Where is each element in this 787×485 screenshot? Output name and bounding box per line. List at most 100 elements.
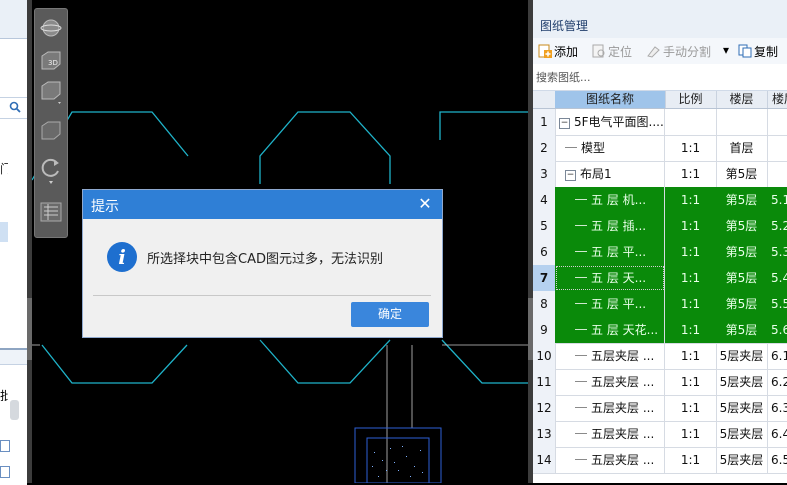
column-header-floor-2[interactable]: 楼层	[767, 91, 787, 108]
row-number-text: 8	[540, 297, 548, 311]
row-number-text: 14	[536, 453, 552, 467]
scale-text: 1:1	[680, 167, 701, 181]
drawing-name-cell[interactable]: 五层夹层 ...	[555, 447, 665, 473]
floor-code-cell: 5.6	[767, 317, 787, 343]
close-icon[interactable]: ✕	[416, 195, 434, 213]
row-number-text: 4	[540, 193, 548, 207]
drawing-name-cell[interactable]: 五层夹层 ...	[555, 421, 665, 447]
cube-view-icon[interactable]	[39, 79, 63, 104]
left-lower-scrollbar[interactable]	[10, 400, 19, 420]
add-button[interactable]: 添加	[538, 43, 578, 59]
floor-text: 第5层	[725, 271, 758, 285]
table-row[interactable]: 12 五层夹层 ... 1:1 5层夹层 6.3	[533, 395, 787, 422]
row-number: 14	[533, 447, 556, 473]
rotate-icon[interactable]	[39, 155, 63, 184]
scale-text: 1:1	[680, 427, 701, 441]
copy-icon	[738, 44, 752, 58]
split-dropdown-arrow[interactable]: ▾	[723, 43, 729, 59]
floor-code-cell: 6.3	[767, 395, 787, 421]
floor-cell: 第5层	[716, 161, 768, 187]
drawing-name-cell[interactable]: 五层夹层 ...	[555, 369, 665, 395]
floor-text: 5层夹层	[719, 375, 764, 389]
search-input[interactable]	[534, 67, 778, 87]
table-row[interactable]: 9 五 层 天花... 1:1 第5层 5.6	[533, 317, 787, 344]
drawing-name-cell[interactable]: − 布局1	[555, 161, 665, 187]
drawing-search	[533, 64, 787, 91]
collapse-icon[interactable]: −	[559, 118, 570, 129]
row-number: 4	[533, 187, 556, 213]
column-header-floor[interactable]: 楼层	[716, 91, 768, 108]
3d-view-icon[interactable]: 3D	[39, 49, 63, 71]
row-number: 3	[533, 161, 556, 187]
dialog-title-bar[interactable]: 提示 ✕	[83, 190, 442, 219]
left-lower-header	[0, 350, 27, 365]
table-row[interactable]: 14 五层夹层 ... 1:1 5层夹层 6.5	[533, 447, 787, 474]
scale-text: 1:1	[680, 453, 701, 467]
floor-cell: 5层夹层	[716, 369, 768, 395]
table-row[interactable]: 2 模型 1:1 首层	[533, 135, 787, 162]
row-number-text: 2	[540, 141, 548, 155]
drawing-name-text: 模型	[581, 141, 606, 155]
scale-text: 1:1	[680, 323, 701, 337]
svg-text:3D: 3D	[48, 59, 58, 67]
ok-button[interactable]: 确定	[351, 302, 429, 327]
header-corner	[533, 91, 556, 108]
row-number: 13	[533, 421, 556, 447]
drawing-name-cell[interactable]: 五层夹层 ...	[555, 343, 665, 369]
row-number-text: 5	[540, 219, 548, 233]
orbit-icon[interactable]	[39, 17, 63, 39]
drawing-name-text: 五 层 插...	[591, 219, 647, 233]
floor-text: 首层	[729, 141, 754, 155]
table-row[interactable]: 13 五层夹层 ... 1:1 5层夹层 6.4	[533, 421, 787, 448]
drawing-name-cell[interactable]: 五 层 平...	[555, 239, 665, 265]
table-row[interactable]: 1−5F电气平面图....	[533, 109, 787, 136]
floor-code-text: 6.5	[771, 453, 787, 467]
row-number: 6	[533, 239, 556, 265]
table-row[interactable]: 4 五 层 机... 1:1 第5层 5.1	[533, 187, 787, 214]
table-row[interactable]: 6 五 层 平... 1:1 第5层 5.3	[533, 239, 787, 266]
checkbox[interactable]	[0, 466, 10, 478]
drawing-name-cell[interactable]: −5F电气平面图....	[555, 109, 665, 135]
split-label: 手动分割	[663, 45, 712, 59]
drawing-name-cell[interactable]: 五 层 平...	[555, 291, 665, 317]
column-header-name[interactable]: 图纸名称	[555, 91, 666, 108]
row-number-text: 13	[536, 427, 552, 441]
table-row[interactable]: 10 五层夹层 ... 1:1 5层夹层 6.1	[533, 343, 787, 370]
dialog-divider	[93, 295, 431, 296]
copy-button[interactable]: 复制	[738, 43, 778, 59]
drawing-name-cell[interactable]: 五 层 机...	[555, 187, 665, 213]
drawing-name-cell[interactable]: 五 层 天...	[555, 265, 665, 291]
row-number: 2	[533, 135, 556, 161]
drawing-name-text: 五层夹层 ...	[591, 375, 655, 389]
left-search-bar[interactable]	[0, 97, 27, 119]
column-header-scale[interactable]: 比例	[665, 91, 717, 108]
row-number-text: 7	[539, 271, 549, 285]
drawing-name-cell[interactable]: 五层夹层 ...	[555, 395, 665, 421]
left-selected-item[interactable]	[0, 222, 8, 242]
table-row[interactable]: 11 五层夹层 ... 1:1 5层夹层 6.2	[533, 369, 787, 396]
floor-code-cell	[767, 135, 787, 161]
panel-toolbar: 添加 定位 手动分割 ▾ 复制	[533, 38, 787, 65]
search-icon[interactable]	[9, 101, 21, 116]
layer-list-icon[interactable]	[39, 201, 63, 223]
manual-split-button[interactable]: 手动分割	[647, 43, 711, 59]
table-row[interactable]: 5 五 层 插... 1:1 第5层 5.2	[533, 213, 787, 240]
box-view-icon[interactable]	[39, 119, 63, 141]
floor-code-cell	[767, 161, 787, 187]
table-row[interactable]: 8 五 层 平... 1:1 第5层 5.5	[533, 291, 787, 318]
table-row[interactable]: 7 五 层 天... 1:1 第5层 5.4	[533, 265, 787, 292]
locate-button[interactable]: 定位	[592, 43, 632, 59]
checkbox[interactable]	[0, 440, 10, 452]
floor-cell: 5层夹层	[716, 447, 768, 473]
floor-text: 第5层	[725, 297, 758, 311]
scale-text: 1:1	[680, 375, 701, 389]
drawing-name-cell[interactable]: 模型	[555, 135, 665, 161]
tree-connector	[575, 303, 587, 304]
collapse-icon[interactable]: −	[565, 170, 576, 181]
drawing-name-cell[interactable]: 五 层 插...	[555, 213, 665, 239]
row-number: 9	[533, 317, 556, 343]
drawing-name-cell[interactable]: 五 层 天花...	[555, 317, 665, 343]
table-row[interactable]: 3 − 布局1 1:1 第5层	[533, 161, 787, 188]
chevron-down-icon: ▾	[723, 43, 730, 57]
floor-code-text: 6.2	[771, 375, 787, 389]
